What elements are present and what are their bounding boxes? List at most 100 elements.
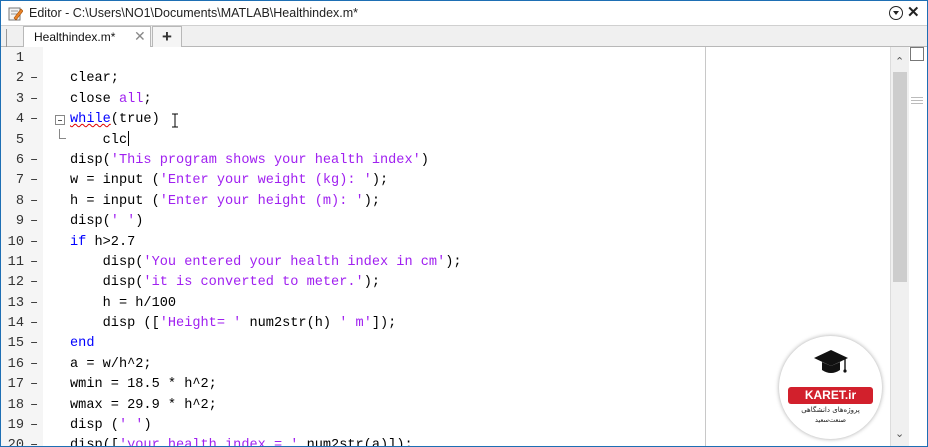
code-token: num2str(a)]); bbox=[298, 438, 413, 447]
code-token: if bbox=[70, 234, 87, 250]
line-number: 3 bbox=[15, 91, 24, 107]
breakpoint-marker[interactable]: – bbox=[30, 294, 38, 314]
split-handle-line bbox=[911, 100, 923, 101]
code-text[interactable]: a = w/h^2; bbox=[70, 355, 152, 375]
code-line[interactable]: 4– while(true) bbox=[1, 110, 706, 130]
code-line[interactable]: 16– a = w/h^2; bbox=[1, 355, 706, 375]
line-number: 15 bbox=[7, 336, 24, 352]
code-lines[interactable]: 1 2– clear; 3– close all; 4– while(true) 5 clc 6… bbox=[1, 49, 706, 447]
code-line[interactable]: 12– disp('it is converted to meter.'); bbox=[1, 273, 706, 293]
breakpoint-marker[interactable]: – bbox=[30, 334, 38, 354]
code-text[interactable]: clc bbox=[70, 131, 130, 151]
code-line[interactable]: 5 clc bbox=[1, 128, 706, 151]
code-text[interactable]: if h>2.7 bbox=[70, 233, 135, 253]
line-number: 7 bbox=[15, 173, 24, 189]
add-tab-button[interactable]: + bbox=[152, 26, 182, 47]
code-token: ; bbox=[143, 91, 152, 107]
breakpoint-marker[interactable]: – bbox=[30, 233, 38, 253]
breakpoint-marker[interactable]: – bbox=[30, 355, 38, 375]
code-line[interactable]: 20– disp(['your health index = ' num2str(… bbox=[1, 436, 706, 447]
scroll-down-icon[interactable]: ⌄ bbox=[895, 427, 904, 440]
chevron-down-circle-icon[interactable] bbox=[889, 6, 903, 20]
code-token: 'This program shows your health index' bbox=[110, 152, 421, 168]
code-line[interactable]: 1 bbox=[1, 49, 706, 69]
tab-healthindex[interactable]: Healthindex.m* ✕ bbox=[23, 26, 151, 47]
line-number: 17 bbox=[7, 377, 24, 393]
code-text[interactable]: wmin = 18.5 * h^2; bbox=[70, 375, 217, 395]
code-text[interactable]: close all; bbox=[70, 90, 152, 110]
code-line[interactable]: 8– h = input ('Enter your height (m): '); bbox=[1, 192, 706, 212]
code-text[interactable]: end bbox=[70, 334, 94, 354]
tab-bar-divider bbox=[6, 29, 7, 47]
breakpoint-marker[interactable]: – bbox=[30, 192, 38, 212]
code-token: 'your health index = ' bbox=[118, 438, 299, 447]
line-number: 5 bbox=[15, 132, 24, 148]
line-number: 19 bbox=[7, 418, 24, 434]
vertical-scrollbar[interactable]: ⌃ ⌄ bbox=[890, 47, 909, 446]
i-beam-cursor-icon bbox=[172, 113, 178, 128]
breakpoint-marker[interactable]: – bbox=[30, 253, 38, 273]
line-number: 12 bbox=[7, 275, 24, 291]
code-token: a = w/h^2; bbox=[70, 356, 152, 372]
breakpoint-marker[interactable]: – bbox=[30, 110, 38, 130]
scrollbar-thumb[interactable] bbox=[893, 72, 907, 282]
line-number: 11 bbox=[7, 254, 24, 270]
code-text[interactable]: wmax = 29.9 * h^2; bbox=[70, 396, 217, 416]
code-line[interactable]: 15– end bbox=[1, 334, 706, 354]
code-text[interactable]: disp('You entered your health index in c… bbox=[70, 253, 462, 273]
code-editor[interactable]: 1 2– clear; 3– close all; 4– while(true) 5 clc 6… bbox=[1, 47, 909, 447]
breakpoint-marker[interactable]: – bbox=[30, 396, 38, 416]
code-line[interactable]: 18– wmax = 29.9 * h^2; bbox=[1, 396, 706, 416]
breakpoint-marker[interactable]: – bbox=[30, 90, 38, 110]
code-token: ' ' bbox=[118, 418, 144, 434]
code-text[interactable]: disp (' ') bbox=[70, 416, 152, 436]
breakpoint-marker[interactable]: – bbox=[30, 69, 38, 89]
code-line[interactable]: 10– if h>2.7 bbox=[1, 233, 706, 253]
close-window-button[interactable]: ✕ bbox=[907, 3, 920, 23]
breakpoint-marker[interactable]: – bbox=[30, 273, 38, 293]
code-token: disp( bbox=[70, 254, 144, 270]
breakpoint-marker[interactable]: – bbox=[30, 212, 38, 232]
code-line[interactable]: 7– w = input ('Enter your weight (kg): ')… bbox=[1, 171, 706, 191]
breakpoint-marker[interactable]: – bbox=[30, 436, 38, 446]
code-line[interactable]: 13– h = h/100 bbox=[1, 294, 706, 314]
code-text[interactable]: disp(['your health index = ' num2str(a)]… bbox=[70, 436, 413, 447]
code-line[interactable]: 11– disp('You entered your health index … bbox=[1, 253, 706, 273]
code-text[interactable]: disp(' ') bbox=[70, 212, 143, 232]
code-text[interactable]: h = h/100 bbox=[70, 294, 176, 314]
watermark-subtitle: پروژه‌های دانشگاهی bbox=[801, 406, 860, 414]
scroll-up-icon[interactable]: ⌃ bbox=[895, 55, 904, 68]
breakpoint-marker[interactable]: – bbox=[30, 171, 38, 191]
fold-collapse-icon[interactable] bbox=[55, 115, 65, 126]
code-token: num2str(h) bbox=[241, 316, 340, 332]
code-token: ) bbox=[135, 214, 144, 230]
code-token: h>2.7 bbox=[86, 234, 136, 250]
split-screen-icon[interactable] bbox=[910, 47, 924, 61]
line-number: 20 bbox=[7, 438, 24, 447]
breakpoint-marker[interactable]: – bbox=[30, 314, 38, 334]
code-text[interactable]: clear; bbox=[70, 69, 119, 89]
code-text[interactable]: disp('it is converted to meter.'); bbox=[70, 273, 380, 293]
line-number: 13 bbox=[7, 295, 24, 311]
code-line[interactable]: 9– disp(' ') bbox=[1, 212, 706, 232]
code-token: (true) bbox=[110, 112, 160, 128]
code-text[interactable]: h = input ('Enter your height (m): '); bbox=[70, 192, 380, 212]
tab-close-icon[interactable]: ✕ bbox=[134, 28, 146, 45]
breakpoint-marker[interactable]: – bbox=[30, 151, 38, 171]
code-line[interactable]: 19– disp (' ') bbox=[1, 416, 706, 436]
code-line[interactable]: 14– disp (['Height= ' num2str(h) ' m']); bbox=[1, 314, 706, 334]
breakpoint-marker[interactable]: – bbox=[30, 416, 38, 436]
code-line[interactable]: 6– disp('This program shows your health i… bbox=[1, 151, 706, 171]
code-line[interactable]: 3– close all; bbox=[1, 90, 706, 110]
code-token: clc bbox=[70, 132, 128, 148]
code-line[interactable]: 17– wmin = 18.5 * h^2; bbox=[1, 375, 706, 395]
breakpoint-marker[interactable]: – bbox=[30, 375, 38, 395]
code-text[interactable]: disp (['Height= ' num2str(h) ' m']); bbox=[70, 314, 397, 334]
code-text[interactable]: w = input ('Enter your weight (kg): '); bbox=[70, 171, 388, 191]
code-text[interactable]: disp('This program shows your health ind… bbox=[70, 151, 429, 171]
code-token: w = input ( bbox=[70, 173, 160, 189]
code-text[interactable]: while(true) bbox=[70, 110, 160, 130]
code-token: disp([ bbox=[70, 438, 119, 447]
code-line[interactable]: 2– clear; bbox=[1, 69, 706, 89]
watermark-brand: KARET.ir bbox=[788, 387, 873, 404]
